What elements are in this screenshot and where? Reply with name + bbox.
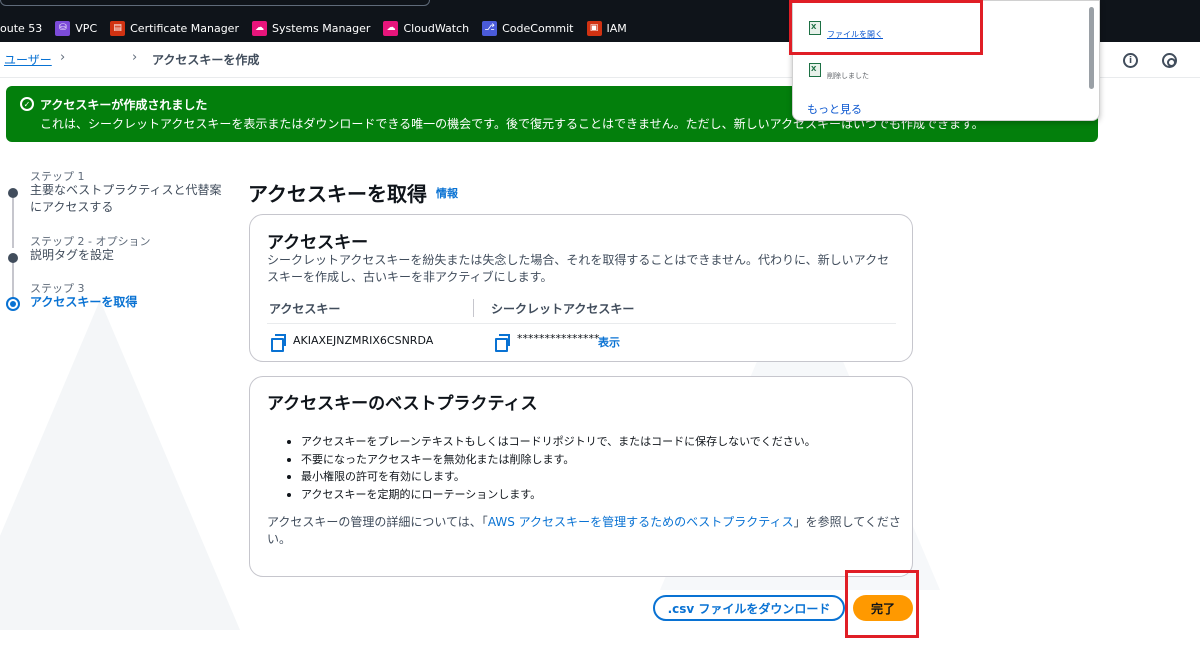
best-practices-link[interactable]: AWS アクセスキーを管理するためのベストプラクティス [488,515,794,529]
step-indicator [8,188,18,198]
column-header-access-key: アクセスキー [269,302,341,316]
step-connector [12,198,14,248]
row-divider [267,323,896,324]
copy-icon[interactable] [495,334,510,352]
download-csv-button[interactable]: .csv ファイルをダウンロード [653,595,845,621]
check-circle-icon: ✓ [20,97,34,111]
copy-icon[interactable] [271,334,286,352]
list-item: 最小権限の許可を有効にします。 [287,468,816,486]
access-key-panel-title: アクセスキー [267,233,369,253]
background-mountain [0,300,240,630]
highlight-box [845,570,919,638]
access-key-panel-description: シークレットアクセスキーを紛失または失念した場合、それを取得することはできません… [267,253,890,284]
favorite-iam-label: IAM [606,21,627,35]
favorite-iam[interactable]: ▣ IAM [586,20,627,36]
step-indicator-active [6,297,20,311]
removed-status: 削除しました [827,72,869,80]
info-icon[interactable]: i [1123,53,1138,68]
show-secret-link[interactable]: 表示 [598,334,620,350]
favorite-certificate-manager-label: Certificate Manager [130,21,239,35]
show-more-link[interactable]: もっと見る [807,101,862,117]
breadcrumb-users-link[interactable]: ユーザー [4,51,52,68]
favorites-bar: oute 53 ⛁ VPC ▤ Certificate Manager ☁ Sy… [0,17,640,39]
cloudwatch-icon: ☁ [383,20,399,36]
secret-key-masked: *************** [517,332,600,345]
favorite-systems-manager-label: Systems Manager [271,21,371,35]
favorite-cloudwatch-label: CloudWatch [403,21,470,35]
favorite-codecommit-label: CodeCommit [502,21,574,35]
column-divider [473,299,474,317]
best-practices-list: アクセスキーをプレーンテキストもしくはコードリポジトリで、またはコードに保存しな… [287,433,816,503]
favorite-route53[interactable]: oute 53 [0,22,42,35]
list-item: アクセスキーを定期的にローテーションします。 [287,486,816,504]
iam-icon: ▣ [586,20,602,36]
excel-file-icon [809,63,821,77]
step-title: アクセスキーを取得 [30,295,138,309]
best-practices-title: アクセスキーのベストプラクティス [267,394,538,414]
column-header-secret-key: シークレットアクセスキー [491,302,635,316]
certificate-manager-icon: ▤ [110,20,126,36]
info-link[interactable]: 情報 [436,185,458,201]
codecommit-icon: ⎇ [482,20,498,36]
favorite-cloudwatch[interactable]: ☁ CloudWatch [383,20,470,36]
favorite-certificate-manager[interactable]: ▤ Certificate Manager [110,20,239,36]
search-bar[interactable] [0,0,430,6]
best-practices-note: アクセスキーの管理の詳細については、「AWS アクセスキーを管理するためのベスト… [267,514,903,548]
step-title: 主要なベストプラクティスと代替案にアクセスする [30,183,222,214]
highlight-box [789,0,983,55]
settings-icon[interactable] [1162,53,1177,68]
list-item: 不要になったアクセスキーを無効化または削除します。 [287,451,816,469]
favorite-systems-manager[interactable]: ☁ Systems Manager [251,20,371,36]
popup-scrollbar[interactable] [1089,7,1094,89]
step-connector [12,262,14,299]
systems-manager-icon: ☁ [251,20,267,36]
favorite-route53-label: oute 53 [0,21,43,35]
step-indicator [8,253,18,263]
step-title: 説明タグを設定 [30,248,115,262]
list-item: アクセスキーをプレーンテキストもしくはコードリポジトリで、またはコードに保存しな… [287,433,816,451]
breadcrumb-current: アクセスキーを作成 [152,53,260,67]
chevron-right-icon: › [132,50,138,65]
best-practices-container: アクセスキーのベストプラクティス アクセスキーをプレーンテキストもしくはコードリ… [249,376,913,577]
favorite-codecommit[interactable]: ⎇ CodeCommit [482,20,574,36]
access-key-value: AKIAXEJNZMRIX6CSNRDA [293,334,434,347]
access-key-container: アクセスキー シークレットアクセスキーを紛失または失念した場合、それを取得するこ… [249,214,913,362]
note-prefix: アクセスキーの管理の詳細については、「 [267,515,488,529]
vpc-icon: ⛁ [55,20,71,36]
favorite-vpc[interactable]: ⛁ VPC [55,20,98,36]
flash-title: アクセスキーが作成されました [40,98,208,112]
favorite-vpc-label: VPC [75,21,98,35]
chevron-right-icon: › [60,50,66,65]
page-title: アクセスキーを取得 [248,182,427,206]
